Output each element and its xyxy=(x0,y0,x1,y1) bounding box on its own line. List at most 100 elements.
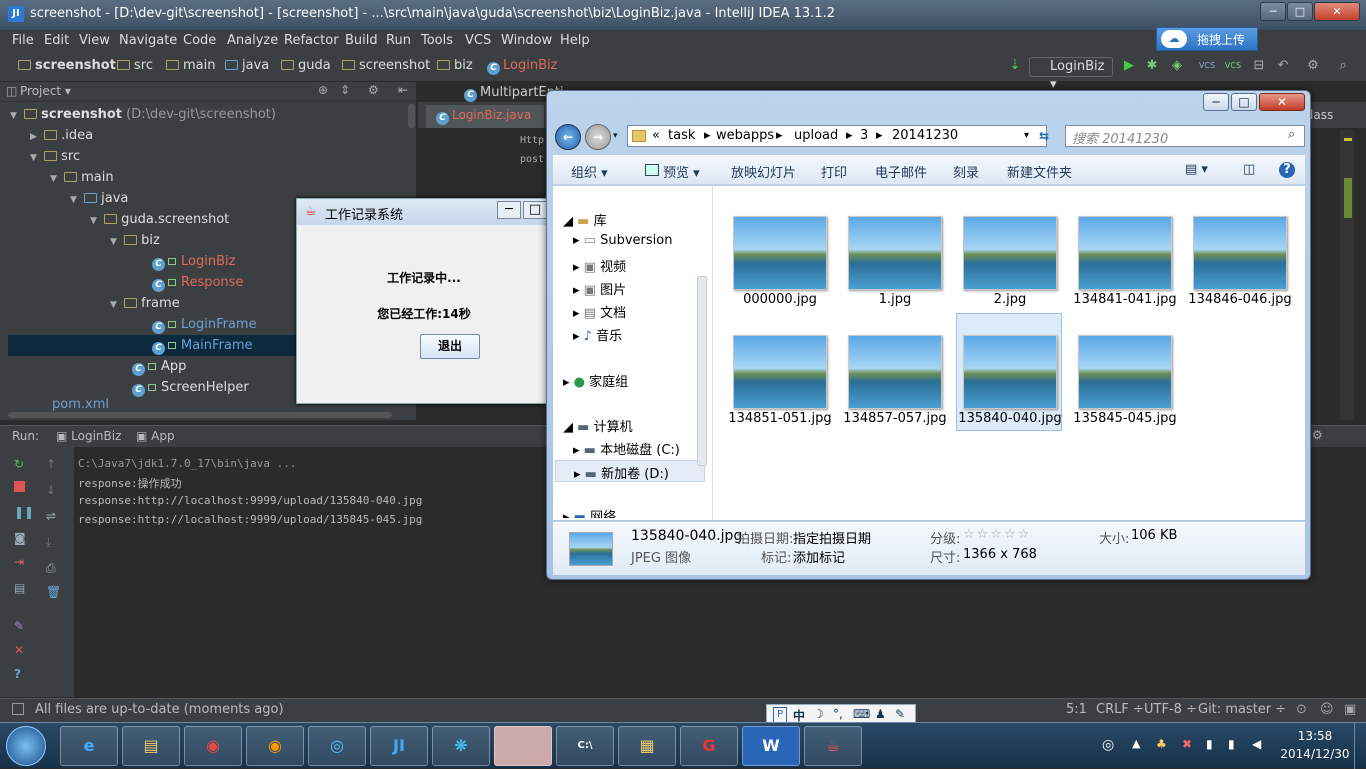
vcs-commit-icon[interactable]: VCS xyxy=(1224,57,1242,75)
file-thumbnail[interactable] xyxy=(848,216,942,290)
file-name-selected[interactable]: 135840-040.jpg xyxy=(950,411,1070,426)
organize-button[interactable]: 组织 ▾ xyxy=(571,162,608,181)
menu-file[interactable]: File xyxy=(12,33,34,48)
ime-logo-icon[interactable]: P xyxy=(773,707,787,723)
nav-item-music[interactable]: ▸ ♪ 音乐 xyxy=(573,325,622,344)
nav-item-pictures[interactable]: ▸ ▣ 图片 xyxy=(573,279,626,298)
address-separator[interactable]: ▸ xyxy=(876,128,883,143)
file-name[interactable]: 1.jpg xyxy=(835,292,955,307)
half-width-icon[interactable]: ☽ xyxy=(813,707,824,721)
pin-icon[interactable]: ✎ xyxy=(14,619,24,633)
hide-icon[interactable]: ⇤ xyxy=(398,83,408,97)
breadcrumb-project[interactable]: screenshot xyxy=(18,58,116,73)
file-thumbnail[interactable] xyxy=(963,216,1057,290)
new-folder-button[interactable]: 新建文件夹 xyxy=(1007,162,1072,181)
nav-item-subversion[interactable]: ▸ ▭ Subversion xyxy=(573,233,672,248)
cmd-icon[interactable]: C:\ xyxy=(556,726,614,766)
wrench-icon[interactable]: ✎ xyxy=(895,707,905,721)
address-segment[interactable]: upload xyxy=(794,128,838,143)
ie-icon[interactable]: e xyxy=(60,726,118,766)
git-branch[interactable]: Git: master ÷ xyxy=(1198,702,1286,717)
file-name[interactable]: 134857-057.jpg xyxy=(835,411,955,426)
file-name[interactable]: 134841-041.jpg xyxy=(1065,292,1185,307)
breadcrumb-loginbiz[interactable]: C LoginBiz xyxy=(487,58,557,75)
address-dropdown[interactable]: ▾ xyxy=(1024,130,1029,141)
run-config-dropdown[interactable]: LoginBiz ▾ xyxy=(1029,57,1113,92)
run-icon[interactable]: ▶ xyxy=(1120,57,1138,75)
breadcrumb-biz[interactable]: biz xyxy=(437,58,473,73)
tree-node-idea[interactable]: ▶ .idea xyxy=(30,125,93,146)
search-icon[interactable]: ⌕ xyxy=(1334,57,1352,75)
address-segment[interactable]: 20141230 xyxy=(892,128,958,143)
explorer-maximize-button[interactable]: □ xyxy=(1231,93,1257,111)
chrome-icon[interactable]: ◉ xyxy=(184,726,242,766)
maximize-button[interactable]: □ xyxy=(1287,2,1313,21)
back-button[interactable]: ← xyxy=(555,124,581,150)
file-thumbnail[interactable] xyxy=(733,216,827,290)
build-icon[interactable]: ⇣ xyxy=(1006,57,1024,75)
trash-icon[interactable]: 🗑 xyxy=(46,585,61,599)
line-separator[interactable]: CRLF ÷ xyxy=(1096,702,1144,717)
panel-toggle-icon[interactable] xyxy=(12,703,24,715)
punctuation-icon[interactable]: °, xyxy=(833,707,843,721)
caret-position[interactable]: 5:1 xyxy=(1066,702,1087,717)
burn-button[interactable]: 刻录 xyxy=(953,162,979,181)
tree-node-java[interactable]: ▼ java xyxy=(70,188,128,209)
tree-node-loginbiz[interactable]: C LoginBiz xyxy=(152,251,235,272)
explorer-minimize-button[interactable]: ─ xyxy=(1203,93,1229,111)
file-name[interactable]: 134846-046.jpg xyxy=(1180,292,1300,307)
email-button[interactable]: 电子邮件 xyxy=(875,162,927,181)
start-button[interactable] xyxy=(6,726,46,766)
print-button[interactable]: 打印 xyxy=(821,162,847,181)
explorer-icon[interactable]: ▤ xyxy=(122,726,180,766)
menu-edit[interactable]: Edit xyxy=(44,33,69,48)
address-segment[interactable]: webapps xyxy=(716,128,774,143)
tab-loginbiz[interactable]: C LoginBiz.java xyxy=(426,105,544,128)
menu-vcs[interactable]: VCS xyxy=(465,33,491,48)
vertical-scrollbar[interactable] xyxy=(408,104,415,128)
forward-button[interactable]: → xyxy=(585,124,611,150)
nav-item-videos[interactable]: ▸ ▣ 视频 xyxy=(573,256,626,275)
stop-icon[interactable] xyxy=(14,481,25,492)
nav-item-libraries[interactable]: ◢ ▬ 库 xyxy=(563,210,607,229)
nav-item-drive-c[interactable]: ▸ ▬ 本地磁盘 (C:) xyxy=(573,439,680,458)
nav-item-computer[interactable]: ◢ ▬ 计算机 xyxy=(563,416,633,435)
app4-icon[interactable]: G xyxy=(680,726,738,766)
refresh-button[interactable]: ⇆ xyxy=(1033,125,1055,147)
close-button[interactable]: ✕ xyxy=(1314,2,1360,21)
address-segment[interactable]: 3 xyxy=(860,128,868,143)
tree-node-mainframe[interactable]: C MainFrame xyxy=(8,335,298,356)
menu-code[interactable]: Code xyxy=(183,33,216,48)
history-icon[interactable]: ⊟ xyxy=(1250,57,1268,75)
run-tab-loginbiz[interactable]: ▣ LoginBiz xyxy=(56,429,121,443)
menu-refactor[interactable]: Refactor xyxy=(284,33,339,48)
tab-class-partial[interactable]: lass xyxy=(1310,108,1333,122)
menu-view[interactable]: View xyxy=(79,33,110,48)
address-separator[interactable]: ▸ xyxy=(846,128,853,143)
nav-item-drive-d[interactable]: ▸ ▬ 新加卷 (D:) xyxy=(555,460,705,482)
address-overflow[interactable]: « xyxy=(652,128,660,143)
wps-icon[interactable]: W xyxy=(742,726,800,766)
collapse-icon[interactable]: ⇕ xyxy=(340,83,350,97)
nav-item-documents[interactable]: ▸ ▤ 文档 xyxy=(573,302,626,321)
volume-icon[interactable]: ◀ xyxy=(1252,737,1261,751)
file-thumbnail[interactable] xyxy=(1193,216,1287,290)
close-icon[interactable]: ✕ xyxy=(14,643,24,657)
preview-pane-icon[interactable]: ◫ xyxy=(1243,162,1255,177)
details-tags-value[interactable]: 添加标记 xyxy=(793,547,845,566)
down-icon[interactable]: ↓ xyxy=(46,483,56,497)
locate-icon[interactable]: ⊕ xyxy=(318,83,328,97)
tree-node-screenshot[interactable]: ▼ screenshot (D:\dev-git\screenshot) xyxy=(10,104,276,125)
help-icon[interactable]: ? xyxy=(14,667,21,681)
tree-node-main[interactable]: ▼ main xyxy=(50,167,114,188)
dialog-minimize-button[interactable]: ─ xyxy=(497,201,521,219)
clock-date[interactable]: 2014/12/30 xyxy=(1280,747,1350,761)
clock-time[interactable]: 13:58 xyxy=(1284,729,1346,743)
show-desktop-button[interactable] xyxy=(1354,723,1366,769)
file-encoding[interactable]: UTF-8 ÷ xyxy=(1144,702,1197,717)
file-thumbnail-selected[interactable] xyxy=(963,335,1057,409)
breadcrumb-src[interactable]: src xyxy=(117,58,153,73)
dialog-maximize-button[interactable]: □ xyxy=(523,201,547,219)
minimize-button[interactable]: ─ xyxy=(1260,2,1286,21)
firefox-icon[interactable]: ◉ xyxy=(246,726,304,766)
